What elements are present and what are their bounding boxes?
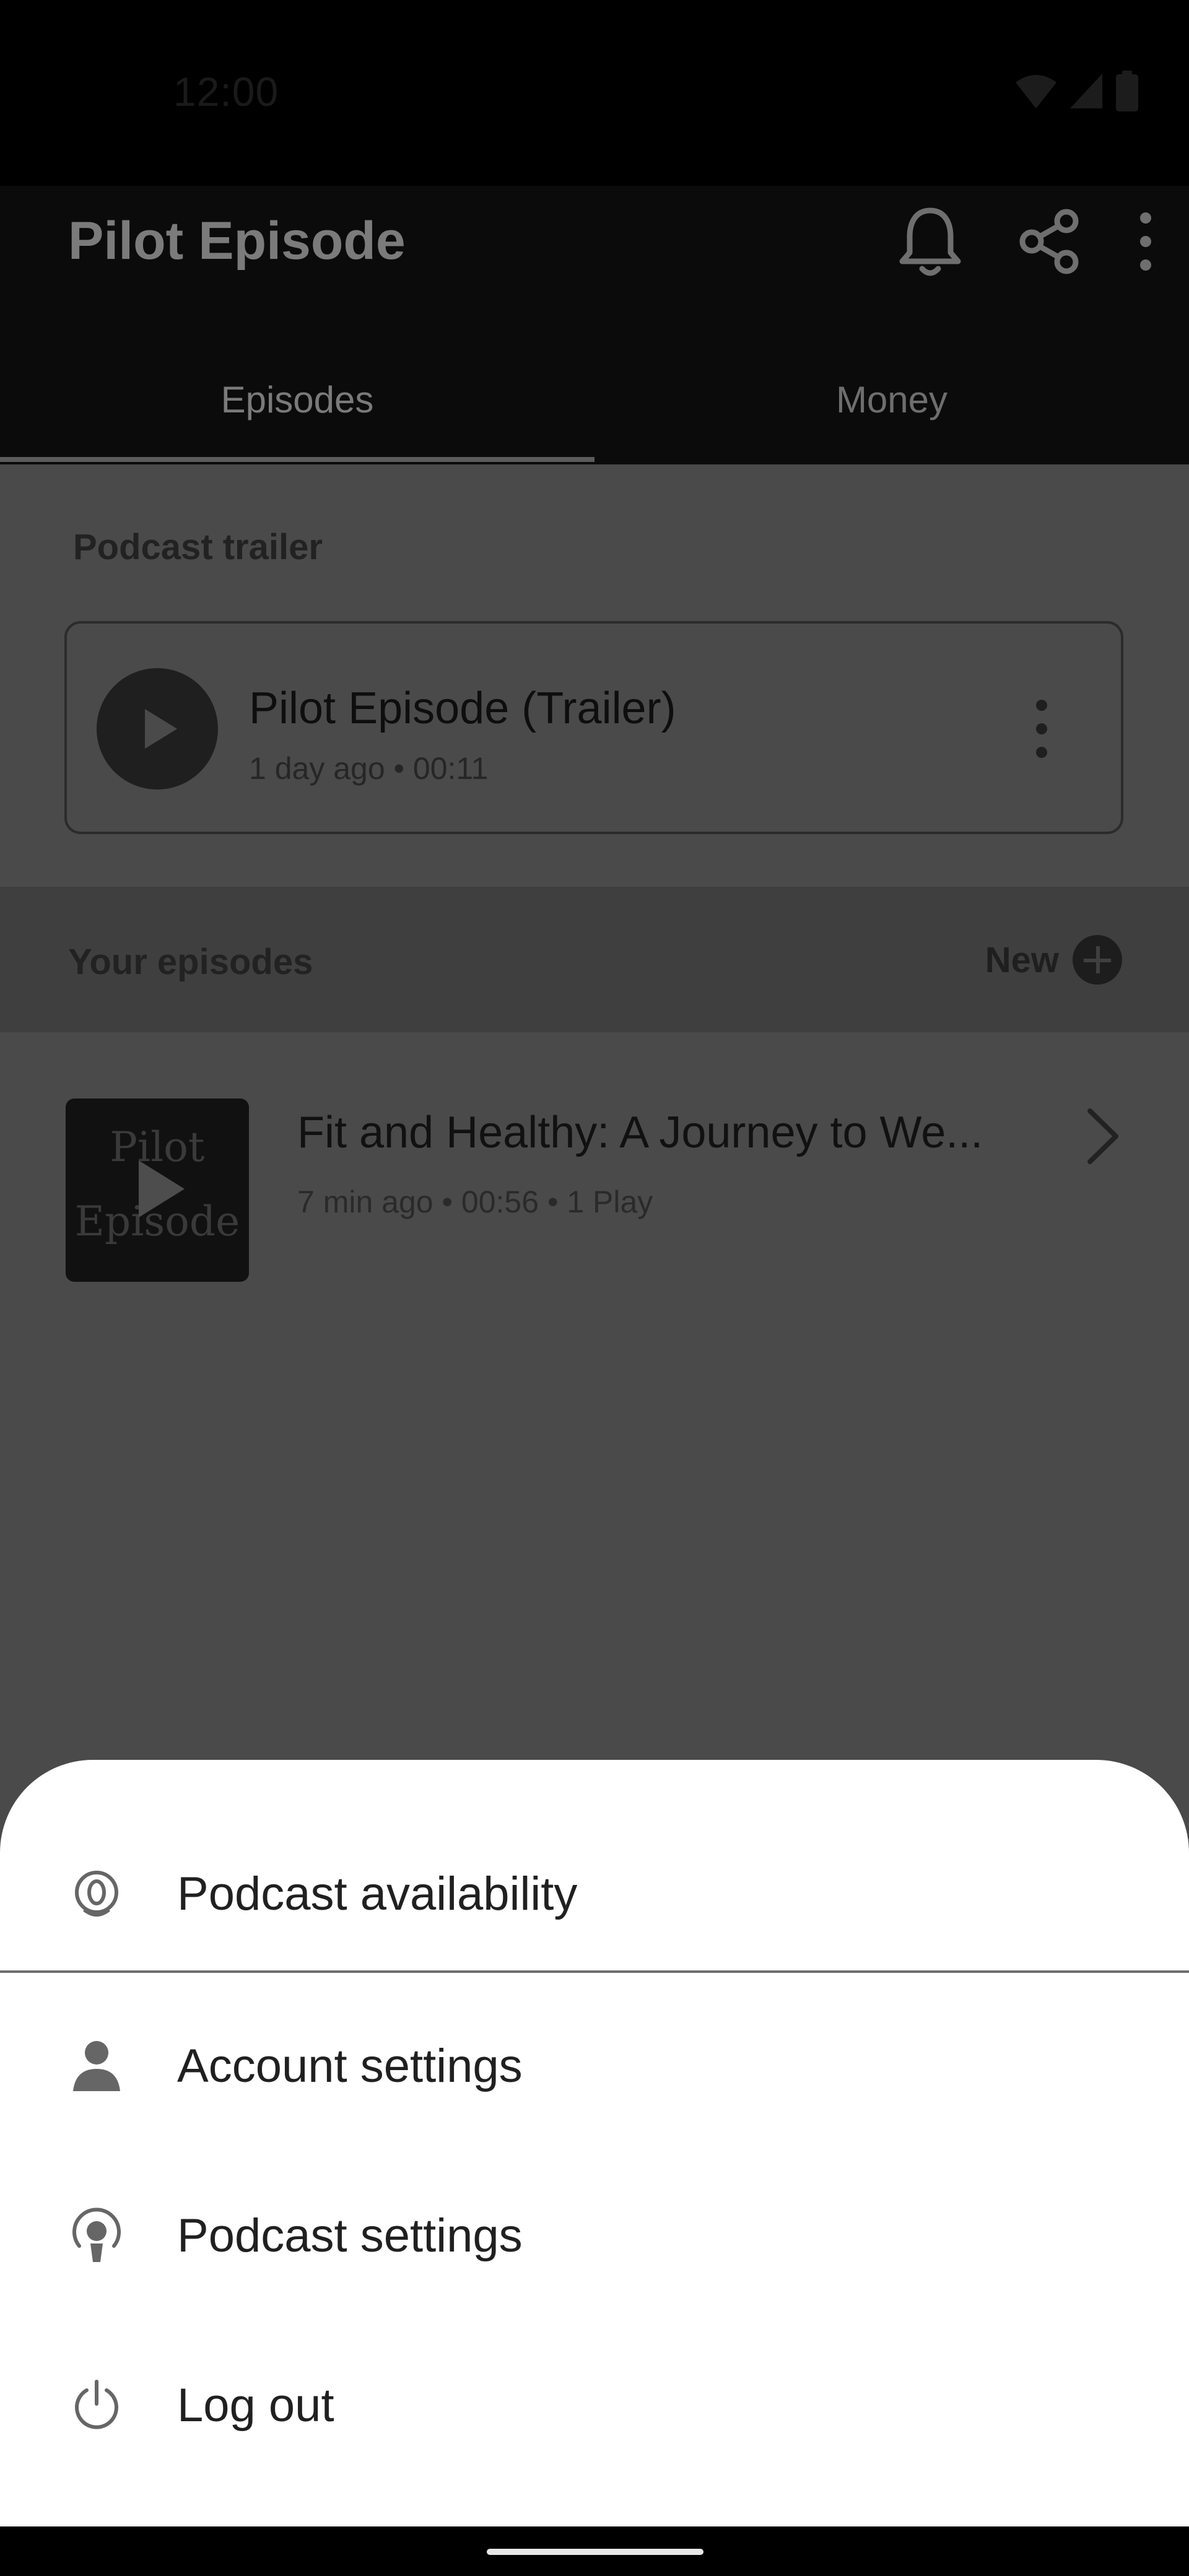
episode-artwork[interactable]: Pilot Episode xyxy=(66,1099,249,1282)
status-bar: 12:00 xyxy=(0,0,1189,186)
menu-item-podcast-settings[interactable]: Podcast settings xyxy=(0,2167,1189,2304)
tab-money[interactable]: Money xyxy=(594,347,1189,452)
plus-circle-icon xyxy=(1073,935,1122,985)
menu-divider xyxy=(0,1970,1189,1973)
menu-item-label: Podcast settings xyxy=(177,2209,523,2262)
menu-item-label: Log out xyxy=(177,2378,334,2432)
page-title: Pilot Episode xyxy=(68,211,406,271)
trailer-section-heading: Podcast trailer xyxy=(73,527,323,567)
trailer-more-button[interactable] xyxy=(1023,692,1060,766)
episodes-section-heading: Your episodes xyxy=(68,942,313,982)
battery-icon xyxy=(1116,71,1138,111)
wifi-icon xyxy=(1016,75,1056,108)
episode-plays: 1 Play xyxy=(567,1185,653,1219)
app-header: Pilot Episode Episodes Money xyxy=(0,186,1189,464)
more-vertical-icon xyxy=(1036,700,1047,758)
play-trailer-button[interactable] xyxy=(97,668,218,790)
bell-icon xyxy=(899,207,961,276)
episode-list-item[interactable]: Pilot Episode Fit and Healthy: A Journey… xyxy=(0,1077,1189,1300)
trailer-title: Pilot Episode (Trailer) xyxy=(249,684,676,733)
home-gesture-handle[interactable] xyxy=(487,2549,703,2555)
chevron-right-icon xyxy=(1087,1108,1118,1164)
trailer-meta: 1 day ago • 00:11 xyxy=(249,751,489,786)
status-icons xyxy=(1014,69,1139,113)
new-episode-button[interactable]: New xyxy=(985,931,1122,988)
episode-duration: 00:56 xyxy=(461,1185,539,1219)
trailer-card[interactable]: Pilot Episode (Trailer) 1 day ago • 00:1… xyxy=(64,621,1123,834)
new-episode-label: New xyxy=(985,939,1059,980)
share-button[interactable] xyxy=(1006,198,1093,285)
power-icon xyxy=(68,2377,125,2434)
app-screen: 12:00 Pilot Episode Episodes Money Podca… xyxy=(0,0,1189,2576)
episode-title: Fit and Healthy: A Journey to We... xyxy=(297,1108,983,1157)
play-icon xyxy=(139,1160,185,1217)
episode-meta: 7 min ago • 00:56 • 1 Play xyxy=(297,1184,653,1220)
bottom-sheet-menu: Podcast availability Account settings Po… xyxy=(0,1760,1189,2526)
meta-separator: • xyxy=(442,1185,461,1219)
tab-bar: Episodes Money xyxy=(0,347,1189,464)
menu-item-podcast-availability[interactable]: Podcast availability xyxy=(0,1825,1189,1962)
episodes-section-header: Your episodes New xyxy=(0,887,1189,1032)
menu-item-label: Account settings xyxy=(177,2039,523,2092)
menu-item-log-out[interactable]: Log out xyxy=(0,2337,1189,2473)
signal-icon xyxy=(1070,74,1102,108)
person-icon xyxy=(68,2037,125,2094)
meta-separator: • xyxy=(547,1185,567,1219)
notifications-button[interactable] xyxy=(887,198,973,285)
share-icon xyxy=(1019,209,1079,274)
menu-item-label: Podcast availability xyxy=(177,1867,578,1920)
more-vertical-icon xyxy=(1140,212,1151,271)
episode-time: 7 min ago xyxy=(297,1185,433,1219)
podcast-mic-icon xyxy=(68,2207,125,2264)
menu-item-account-settings[interactable]: Account settings xyxy=(0,1998,1189,2134)
tab-episodes[interactable]: Episodes xyxy=(0,347,594,452)
more-options-button[interactable] xyxy=(1102,198,1189,285)
system-nav-bar xyxy=(0,2526,1189,2576)
availability-icon xyxy=(68,1865,125,1922)
tab-indicator xyxy=(0,457,594,462)
status-time: 12:00 xyxy=(173,69,279,115)
